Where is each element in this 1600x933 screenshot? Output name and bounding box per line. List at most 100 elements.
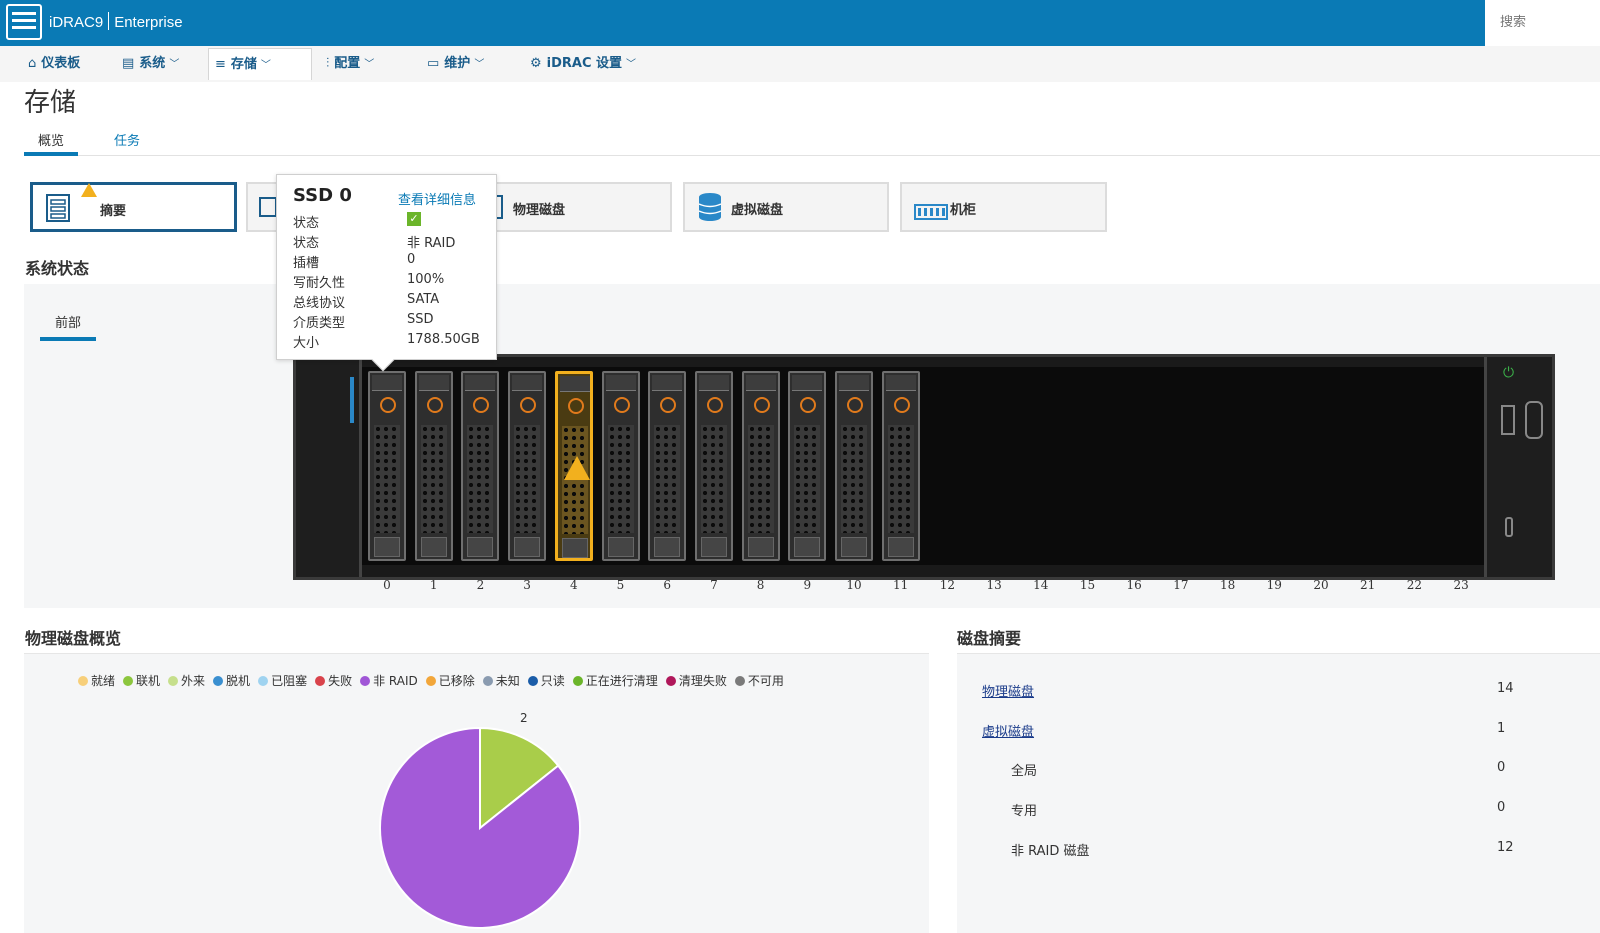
drive-grip [607,537,634,557]
card-summary[interactable]: 摘要 [30,182,237,232]
slot-number: 10 [846,578,862,592]
nav-idrac-settings[interactable]: ⚙ iDRAC 设置 ﹀ [524,48,642,80]
drive-handle [792,375,823,391]
chevron-down-icon: ﹀ [626,59,637,70]
drive-handle [652,375,683,391]
slot-number: 14 [1033,578,1049,592]
nav-configuration-label: 配置 [334,56,361,71]
tooltip-key: 大小 [293,336,320,351]
drive-handle [559,376,590,392]
drive-slot-2[interactable] [461,371,500,561]
legend-item[interactable]: 不可用 [734,672,784,689]
drive-grip [420,537,447,557]
physical-disks-count: 14 [1497,681,1514,696]
drive-grip [794,537,821,557]
drive-led-icon [893,397,910,413]
physical-disks-link-label[interactable]: 物理磁盘 [982,685,1034,700]
legend-item[interactable]: 非 RAID [360,672,418,689]
legend-item[interactable]: 只读 [527,672,565,689]
legend-item[interactable]: 清理失败 [665,672,727,689]
legend-dot-icon [78,676,88,686]
tab-overview[interactable]: 概览 [24,130,79,156]
legend-label: 外来 [181,674,206,688]
nav-dashboard[interactable]: ⌂ 仪表板 [22,48,86,80]
legend-item[interactable]: 联机 [123,672,160,689]
sliders-icon: ⫶ [326,56,330,71]
slot-number: 16 [1126,578,1142,592]
legend-dot-icon [315,676,326,686]
drive-mesh [700,425,727,533]
drive-grip [841,537,867,557]
drive-slot-3[interactable] [508,371,547,561]
drive-slot-9[interactable] [788,371,827,561]
card-enclosures-label: 机柜 [950,203,977,218]
drive-slot-5[interactable] [601,371,640,561]
legend-label: 联机 [136,674,161,688]
drive-handle [885,375,916,391]
drive-slot-7[interactable] [694,371,733,561]
left-ear [296,357,362,577]
legend-item[interactable]: 正在进行清理 [572,672,658,689]
slot-number: 4 [569,578,578,592]
pie-chart: 2 [379,712,581,929]
brand-title: iDRAC9 Enterprise [49,12,183,31]
card-summary-label: 摘要 [100,204,127,219]
legend-dot-icon [360,676,371,686]
drive-slot-0[interactable] [368,371,406,561]
tab-front-view[interactable]: 前部 [40,312,96,341]
legend-item[interactable]: 失败 [315,672,352,689]
virtual-disks-link[interactable]: 虚拟磁盘 [982,721,1034,740]
server-chassis: ⏻ [293,354,1555,580]
drive-slot-11[interactable] [881,371,920,561]
tooltip-title: SSD 0 [293,185,352,206]
tooltip-key: 状态 [293,216,320,231]
drive-led-icon [426,397,443,413]
legend-item[interactable]: 已阻塞 [258,672,307,689]
drive-grip [374,537,400,557]
slot-number: 15 [1079,578,1096,592]
legend-item[interactable]: 未知 [482,672,520,689]
legend-item[interactable]: 脱机 [213,672,250,689]
micro-usb-icon [1505,517,1513,537]
tooltip-key: 写耐久性 [293,276,346,291]
search-input[interactable] [1500,0,1600,44]
drive-slot-4[interactable] [554,371,593,561]
chart-legend: 就绪 联机 外来 脱机 已阻塞 失败 非 RAID 已移除 未知 只读 正在进行清理 清理失败 不可用 [78,672,792,689]
system-status-title: 系统状态 [25,259,90,278]
drive-mesh [887,425,914,533]
nav-maintenance[interactable]: ▭ 维护 ﹀ [421,48,490,80]
drive-led-icon [520,397,537,413]
physical-disks-link[interactable]: 物理磁盘 [982,681,1034,700]
legend-label: 非 RAID [373,674,418,688]
view-details-link[interactable]: 查看详细信息 [398,189,476,208]
card-enclosures[interactable]: 机柜 [900,182,1107,232]
legend-item[interactable]: 已移除 [425,672,475,689]
card-virtual-disks[interactable]: 虚拟磁盘 [683,182,889,232]
drive-led-icon [753,397,770,413]
idrac-logo-icon [6,4,42,40]
legend-item[interactable]: 外来 [168,672,205,689]
drive-handle [512,375,543,391]
drive-slot-1[interactable] [414,371,453,561]
nav-storage[interactable]: ≡ 存储 ﹀ [208,48,312,80]
drive-slot-10[interactable] [835,371,873,561]
legend-label: 只读 [540,674,565,688]
drive-grip [561,538,588,558]
tab-tasks[interactable]: 任务 [100,130,154,156]
monitor-icon: ▭ [427,56,440,71]
card-physical-disks[interactable]: 物理磁盘 [476,182,672,232]
drive-slot-8[interactable] [741,371,780,561]
drive-slot-6[interactable] [648,371,687,561]
nav-configuration[interactable]: ⫶ 配置 ﹀ [320,48,380,80]
slot-number: 0 [383,578,391,592]
slot-number: 2 [476,578,485,592]
bottom-strip [362,565,1487,577]
legend-item[interactable]: 就绪 [78,672,115,689]
nav-system[interactable]: ▤ 系统 ﹀ [116,48,185,80]
drive-handle [698,375,729,391]
drive-led-icon [660,397,677,413]
virtual-disks-link-label[interactable]: 虚拟磁盘 [982,725,1034,740]
drive-led-icon [380,397,396,413]
drive-mesh [794,425,821,533]
legend-dot-icon [258,676,269,686]
